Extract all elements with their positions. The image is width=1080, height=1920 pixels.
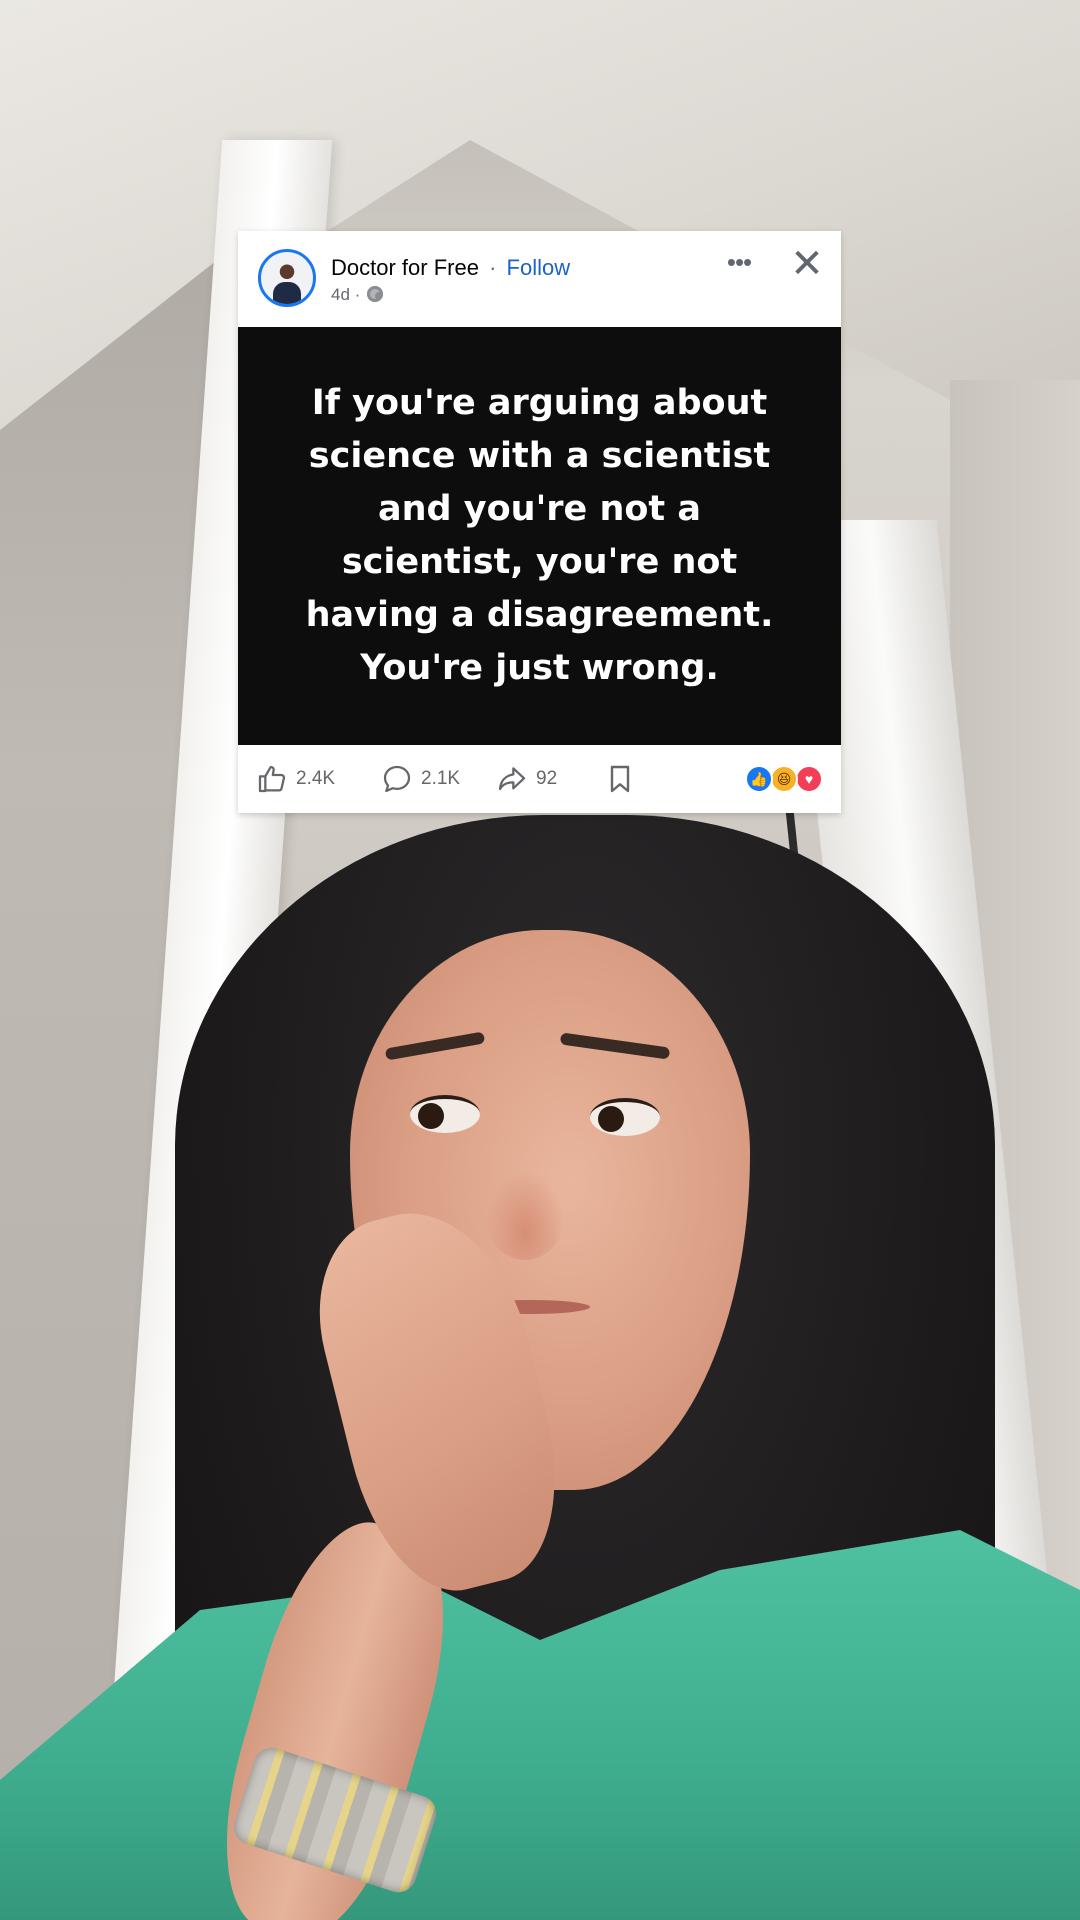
share-count: 92	[536, 768, 558, 789]
share-button[interactable]: 92	[496, 761, 557, 797]
post-image-text: If you're arguing about science with a s…	[305, 383, 774, 688]
more-options-button[interactable]: •••	[716, 248, 762, 284]
post-meta: 4d ·	[331, 284, 384, 306]
post-age[interactable]: 4d	[331, 285, 350, 304]
bookmark-icon	[610, 765, 630, 793]
meta-separator: ·	[354, 285, 361, 304]
share-arrow-icon	[498, 767, 526, 791]
follow-button[interactable]: Follow	[507, 255, 571, 280]
author-avatar[interactable]	[258, 249, 316, 307]
left-eye	[410, 1095, 480, 1133]
like-button[interactable]: 2.4K	[256, 761, 335, 797]
like-reaction-icon: 👍	[745, 765, 773, 793]
save-button[interactable]	[604, 761, 644, 797]
post-image[interactable]: If you're arguing about science with a s…	[238, 327, 841, 745]
right-eye	[590, 1098, 660, 1136]
comment-count: 2.1K	[421, 768, 461, 789]
action-bar: 2.4K 2.1K 92 👍 😆 ♥	[238, 745, 841, 813]
author-name[interactable]: Doctor for Free	[331, 255, 479, 280]
thumbs-up-icon	[258, 765, 286, 793]
author-line: Doctor for Free · Follow	[331, 253, 570, 283]
reaction-summary[interactable]: 👍 😆 ♥	[745, 765, 823, 793]
globe-icon	[367, 286, 384, 302]
haha-reaction-icon: 😆	[770, 765, 798, 793]
post-card: Doctor for Free · Follow 4d · If you're …	[238, 231, 841, 813]
close-button[interactable]: ✕	[786, 244, 828, 286]
nose	[485, 1170, 565, 1260]
like-count: 2.4K	[296, 768, 336, 789]
author-separator: ·	[489, 255, 497, 280]
comment-icon	[383, 765, 411, 793]
comment-button[interactable]: 2.1K	[381, 761, 460, 797]
love-reaction-icon: ♥	[795, 765, 823, 793]
video-frame: Doctor for Free · Follow 4d · If you're …	[0, 0, 1080, 1920]
